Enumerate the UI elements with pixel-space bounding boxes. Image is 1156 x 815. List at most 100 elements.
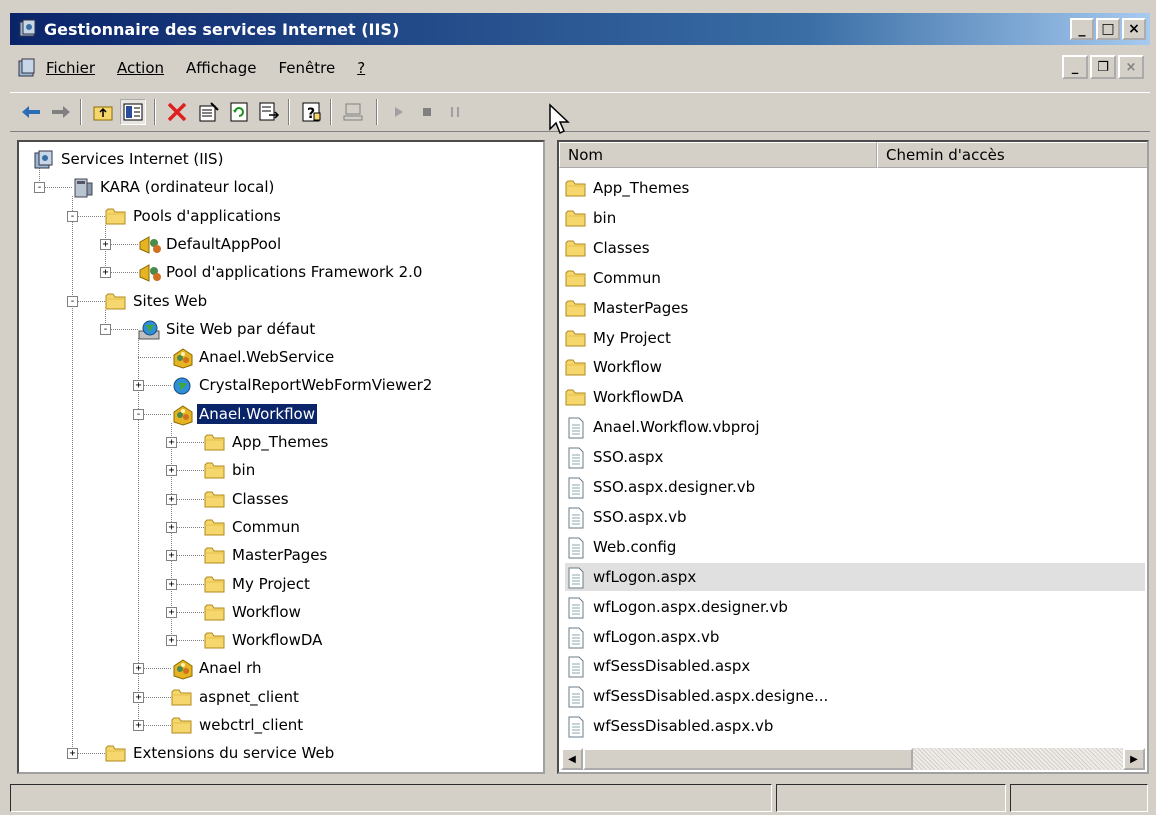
mmc-document-icon[interactable] <box>16 57 38 79</box>
tree-node[interactable]: Workflow <box>204 599 303 625</box>
collapse-icon[interactable]: - <box>133 408 144 420</box>
tree-node[interactable]: KARA (ordinateur local) <box>72 174 276 200</box>
list-view[interactable]: Nom Chemin d'accès App_Themes bin Classes C… <box>557 140 1149 774</box>
column-header-chemin[interactable]: Chemin d'accès <box>877 142 1147 168</box>
minimize-button[interactable]: _ <box>1070 18 1094 40</box>
menu-fichier[interactable]: Fichier <box>46 59 95 77</box>
menu-help[interactable]: ? <box>357 59 365 77</box>
mdi-minimize-button[interactable]: _ <box>1062 55 1088 79</box>
tree-node[interactable]: Classes <box>204 486 291 512</box>
tree-node[interactable]: Commun <box>204 514 302 540</box>
tree-node[interactable]: Pool d'applications Framework 2.0 <box>138 259 424 285</box>
pane-splitter[interactable] <box>545 140 557 774</box>
stop-icon <box>423 108 431 116</box>
delete-button[interactable] <box>164 99 190 125</box>
refresh-button[interactable] <box>226 99 252 125</box>
expand-icon[interactable]: + <box>100 238 111 250</box>
scroll-left-button[interactable]: ◀ <box>561 748 583 770</box>
expand-icon[interactable]: + <box>133 691 144 703</box>
collapse-icon[interactable]: - <box>67 295 78 307</box>
list-item[interactable]: MasterPages <box>565 294 1145 322</box>
expand-icon[interactable]: + <box>166 521 177 533</box>
list-item[interactable]: SSO.aspx <box>565 443 1145 471</box>
list-item[interactable]: bin <box>565 204 1145 232</box>
list-item[interactable]: Workflow <box>565 353 1145 381</box>
tree-node[interactable]: Services Internet (IIS) <box>33 146 225 172</box>
status-panel-main <box>10 784 772 812</box>
tree-node[interactable]: WorkflowDA <box>204 627 324 653</box>
tree-node[interactable]: Sites Web <box>105 288 209 314</box>
list-item[interactable]: wfLogon.aspx <box>565 562 1145 591</box>
tree-node[interactable]: Site Web par défaut <box>138 316 317 342</box>
tree-node[interactable]: aspnet_client <box>171 684 301 710</box>
list-item[interactable]: My Project <box>565 324 1145 352</box>
tree-node[interactable]: bin <box>204 457 257 483</box>
expand-icon[interactable]: + <box>166 606 177 618</box>
collapse-icon[interactable]: - <box>67 210 78 222</box>
tree-node[interactable]: Extensions du service Web <box>105 740 336 766</box>
list-item[interactable]: wfSessDisabled.aspx <box>565 652 1145 680</box>
scroll-thumb[interactable] <box>583 748 913 770</box>
list-item[interactable]: WorkflowDA <box>565 383 1145 411</box>
list-item[interactable]: Commun <box>565 264 1145 292</box>
expand-icon[interactable]: + <box>166 493 177 505</box>
up-one-level-button[interactable] <box>90 99 116 125</box>
list-item[interactable]: Web.config <box>565 533 1145 561</box>
list-item[interactable]: SSO.aspx.designer.vb <box>565 473 1145 501</box>
tree-node[interactable]: Anael rh <box>171 655 264 681</box>
maximize-button[interactable]: □ <box>1096 18 1120 40</box>
tree-node[interactable]: Pools d'applications <box>105 203 283 229</box>
expand-icon[interactable]: + <box>67 748 78 760</box>
expand-icon[interactable]: + <box>166 578 177 590</box>
expand-icon[interactable]: + <box>133 380 144 392</box>
tree-pane[interactable]: Services Internet (IIS) KARA (ordinateur … <box>17 140 545 774</box>
pause-button[interactable] <box>442 99 468 125</box>
show-hide-tree-button[interactable] <box>120 99 146 125</box>
horizontal-scrollbar[interactable]: ◀ ▶ <box>561 748 1145 770</box>
title-bar[interactable]: Gestionnaire des services Internet (IIS)… <box>10 13 1150 45</box>
tree-node[interactable]: App_Themes <box>204 429 330 455</box>
menu-fenetre[interactable]: Fenêtre <box>278 59 335 77</box>
menu-affichage[interactable]: Affichage <box>186 59 256 77</box>
expand-icon[interactable]: + <box>166 550 177 562</box>
forward-button[interactable] <box>48 99 74 125</box>
tree-node[interactable]: Anael.Workflow <box>171 401 319 427</box>
collapse-icon[interactable]: - <box>100 323 111 335</box>
expand-icon[interactable]: + <box>166 465 177 477</box>
expand-icon[interactable]: + <box>166 635 177 647</box>
list-item[interactable]: Anael.Workflow.vbproj <box>565 413 1145 441</box>
connect-button[interactable] <box>340 99 366 125</box>
tree-node[interactable]: MasterPages <box>204 542 329 568</box>
start-button[interactable] <box>386 99 412 125</box>
list-item[interactable]: wfSessDisabled.aspx.designe... <box>565 682 1145 710</box>
file-icon <box>565 597 587 619</box>
file-icon <box>565 477 587 499</box>
list-item[interactable]: wfLogon.aspx.designer.vb <box>565 593 1145 621</box>
back-button[interactable] <box>18 99 44 125</box>
tree-node[interactable]: webctrl_client <box>171 712 305 738</box>
tree-node[interactable]: Anael.WebService <box>171 344 336 370</box>
mdi-restore-button[interactable]: ❐ <box>1090 55 1116 79</box>
expand-icon[interactable]: + <box>133 720 144 731</box>
expand-icon[interactable]: + <box>166 437 177 448</box>
list-item[interactable]: App_Themes <box>565 174 1145 202</box>
export-list-button[interactable] <box>256 99 282 125</box>
tree-node[interactable]: DefaultAppPool <box>138 231 283 257</box>
list-item[interactable]: SSO.aspx.vb <box>565 503 1145 531</box>
expand-icon[interactable]: + <box>133 663 144 675</box>
collapse-icon[interactable]: - <box>34 182 45 194</box>
close-button[interactable]: × <box>1122 18 1146 40</box>
menu-action[interactable]: Action <box>117 59 164 77</box>
list-item[interactable]: wfSessDisabled.aspx.vb <box>565 712 1145 740</box>
list-item[interactable]: wfLogon.aspx.vb <box>565 623 1145 651</box>
tree-node[interactable]: My Project <box>204 571 312 597</box>
mdi-close-button[interactable]: × <box>1118 55 1144 79</box>
expand-icon[interactable]: + <box>100 267 111 279</box>
column-header-nom[interactable]: Nom <box>559 142 877 168</box>
properties-button[interactable] <box>196 99 222 125</box>
help-button[interactable]: ? <box>298 99 324 125</box>
tree-node[interactable]: CrystalReportWebFormViewer2 <box>171 372 434 398</box>
scroll-right-button[interactable]: ▶ <box>1123 748 1145 770</box>
list-item[interactable]: Classes <box>565 234 1145 262</box>
stop-button[interactable] <box>414 99 440 125</box>
